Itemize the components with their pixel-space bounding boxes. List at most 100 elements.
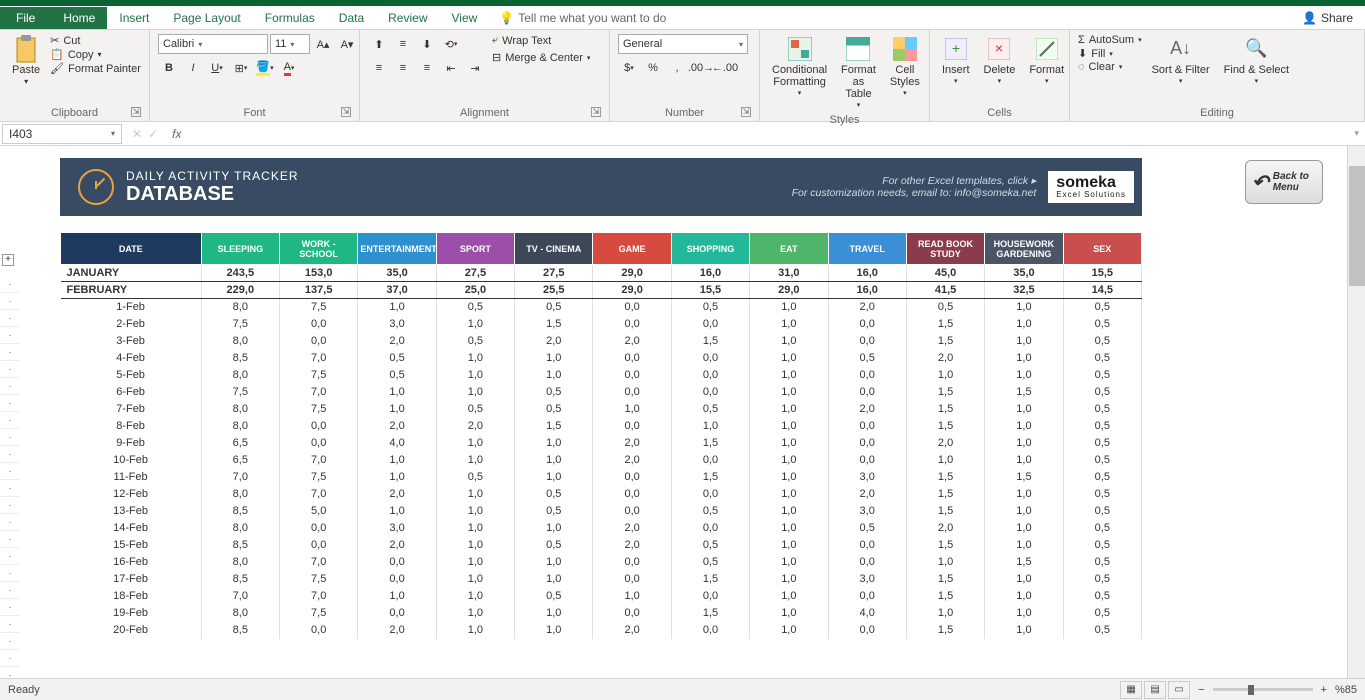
merge-center-button[interactable]: ⊟Merge & Center▾ [492,51,590,64]
column-header[interactable]: ENTERTAINMENT [358,233,436,265]
increase-decimal-button[interactable]: .00→ [690,58,712,78]
fill-button[interactable]: ⬇Fill▾ [1078,47,1142,60]
row-header[interactable]: · [0,633,20,650]
row-header[interactable]: · [0,582,20,599]
table-row[interactable]: 14-Feb8,00,03,01,01,02,00,01,00,52,01,00… [61,520,1142,537]
comma-button[interactable]: , [666,58,688,78]
row-header[interactable]: · [0,361,20,378]
expand-formula-icon[interactable]: ▾ [1348,128,1365,139]
percent-button[interactable]: % [642,58,664,78]
row-header[interactable]: · [0,327,20,344]
outline-expand-button[interactable]: + [2,254,14,266]
table-row[interactable]: 13-Feb8,55,01,01,00,50,00,51,03,01,51,00… [61,503,1142,520]
column-header[interactable]: DATE [61,233,202,265]
table-row[interactable]: 18-Feb7,07,01,01,00,51,00,01,00,01,51,00… [61,588,1142,605]
underline-button[interactable]: U▾ [206,58,228,78]
tab-formulas[interactable]: Formulas [253,7,327,29]
table-row[interactable]: 5-Feb8,07,50,51,01,00,00,01,00,01,01,00,… [61,367,1142,384]
paste-button[interactable]: Paste ▾ [8,34,44,89]
row-header[interactable]: · [0,412,20,429]
font-color-button[interactable]: A▾ [278,58,300,78]
row-header[interactable]: · [0,514,20,531]
table-row[interactable]: 2-Feb7,50,03,01,01,50,00,01,00,01,51,00,… [61,316,1142,333]
row-header[interactable]: · [0,378,20,395]
fx-icon[interactable]: fx [166,127,187,141]
normal-view-button[interactable]: ▦ [1120,681,1142,699]
tab-file[interactable]: File [0,7,51,29]
number-format-select[interactable]: General▾ [618,34,748,54]
enter-icon[interactable]: ✓ [148,127,158,141]
row-header[interactable]: · [0,616,20,633]
cut-button[interactable]: ✂Cut [50,34,141,47]
insert-cells-button[interactable]: +Insert▾ [938,34,974,88]
dialog-launcher-icon[interactable]: ⇲ [341,107,351,117]
table-row[interactable]: 4-Feb8,57,00,51,01,00,00,01,00,52,01,00,… [61,350,1142,367]
align-right-button[interactable]: ≡ [416,58,438,78]
column-header[interactable]: SHOPPING [671,233,749,265]
zoom-slider[interactable] [1213,688,1313,691]
page-layout-view-button[interactable]: ▤ [1144,681,1166,699]
bold-button[interactable]: B [158,58,180,78]
column-header[interactable]: TV - CINEMA [515,233,593,265]
table-row[interactable]: 19-Feb8,07,50,01,01,00,01,51,04,01,01,00… [61,605,1142,622]
back-to-menu-button[interactable]: ↶ Back to Menu [1245,160,1323,204]
format-painter-button[interactable]: 🖌Format Painter [50,62,141,75]
find-select-button[interactable]: 🔍Find & Select▾ [1220,34,1293,88]
row-header[interactable]: · [0,650,20,667]
decrease-decimal-button[interactable]: ←.00 [714,58,736,78]
row-header[interactable]: · [0,463,20,480]
table-row[interactable]: 12-Feb8,07,02,01,00,50,00,01,02,01,51,00… [61,486,1142,503]
column-header[interactable]: EAT [750,233,828,265]
tell-me[interactable]: 💡 Tell me what you want to do [499,11,666,25]
copy-button[interactable]: 📋Copy▾ [50,48,141,61]
row-header[interactable]: · [0,344,20,361]
row-header[interactable]: · [0,310,20,327]
vertical-scrollbar[interactable] [1347,146,1365,678]
column-header[interactable]: SPORT [436,233,514,265]
accounting-button[interactable]: $▾ [618,58,640,78]
summary-row[interactable]: JANUARY243,5153,035,027,527,529,016,031,… [61,265,1142,282]
dialog-launcher-icon[interactable]: ⇲ [591,107,601,117]
fill-color-button[interactable]: 🪣▾ [254,58,276,78]
row-header[interactable]: · [0,531,20,548]
increase-font-button[interactable]: A▴ [312,34,334,54]
row-header[interactable]: · [0,548,20,565]
row-header[interactable]: · [0,565,20,582]
row-header[interactable]: · [0,599,20,616]
tab-view[interactable]: View [440,7,490,29]
wrap-text-button[interactable]: ⤶Wrap Text [492,34,590,47]
table-row[interactable]: 15-Feb8,50,02,01,00,52,00,51,00,01,51,00… [61,537,1142,554]
align-center-button[interactable]: ≡ [392,58,414,78]
row-header[interactable]: · [0,276,20,293]
tab-insert[interactable]: Insert [107,7,161,29]
tab-page-layout[interactable]: Page Layout [161,7,252,29]
column-header[interactable]: READ BOOK STUDY [906,233,984,265]
align-left-button[interactable]: ≡ [368,58,390,78]
table-row[interactable]: 3-Feb8,00,02,00,52,02,01,51,00,01,51,00,… [61,333,1142,350]
formula-input[interactable] [187,125,1348,143]
share-button[interactable]: 👤 Share [1290,11,1365,25]
autosum-button[interactable]: ΣAutoSum▾ [1078,34,1142,46]
dialog-launcher-icon[interactable]: ⇲ [131,107,141,117]
row-header[interactable]: · [0,446,20,463]
row-header[interactable]: · [0,667,20,678]
table-row[interactable]: 16-Feb8,07,00,01,01,00,00,51,00,01,01,50… [61,554,1142,571]
zoom-in-button[interactable]: + [1321,684,1327,696]
table-row[interactable]: 1-Feb8,07,51,00,50,50,00,51,02,00,51,00,… [61,299,1142,316]
row-header[interactable]: · [0,497,20,514]
decrease-font-button[interactable]: A▾ [336,34,358,54]
column-header[interactable]: GAME [593,233,671,265]
row-header[interactable]: · [0,395,20,412]
column-header[interactable]: TRAVEL [828,233,906,265]
conditional-formatting-button[interactable]: Conditional Formatting▾ [768,34,831,100]
data-table[interactable]: DATESLEEPINGWORK - SCHOOLENTERTAINMENTSP… [60,232,1142,639]
border-button[interactable]: ⊞▾ [230,58,252,78]
align-bottom-button[interactable]: ⬇ [416,34,438,54]
column-header[interactable]: SLEEPING [201,233,279,265]
table-row[interactable]: 7-Feb8,07,51,00,50,51,00,51,02,01,51,00,… [61,401,1142,418]
row-header[interactable]: · [0,293,20,310]
tab-data[interactable]: Data [327,7,376,29]
sort-filter-button[interactable]: A↓Sort & Filter▾ [1148,34,1214,88]
cell-styles-button[interactable]: Cell Styles▾ [886,34,924,100]
table-row[interactable]: 6-Feb7,57,01,01,00,50,00,01,00,01,51,50,… [61,384,1142,401]
